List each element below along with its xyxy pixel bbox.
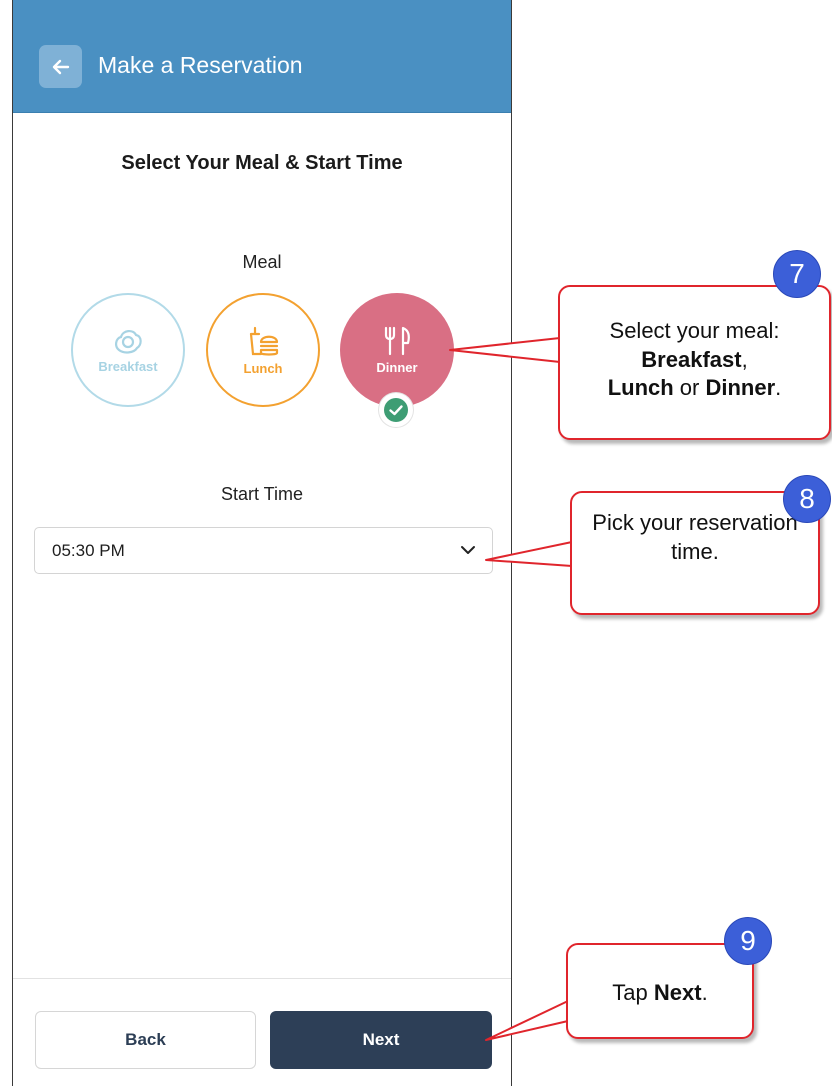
meal-option-dinner[interactable]: Dinner — [340, 293, 454, 407]
back-button[interactable]: Back — [35, 1011, 256, 1069]
meal-option-label: Breakfast — [98, 359, 158, 374]
callout-text: Breakfast, — [641, 346, 748, 372]
egg-icon — [115, 330, 142, 354]
header-title: Make a Reservation — [98, 52, 303, 78]
meal-option-breakfast[interactable]: Breakfast — [71, 293, 185, 407]
page-title: Select Your Meal & Start Time — [121, 152, 403, 174]
start-time-select[interactable]: 05:30 PM — [34, 527, 493, 574]
app-screen: Make a Reservation Select Your Meal & St… — [12, 0, 512, 1086]
selected-check-badge — [379, 393, 413, 427]
step-badge: 7 — [773, 250, 821, 298]
back-arrow-button[interactable] — [39, 45, 82, 88]
footer-bar: Back Next — [13, 978, 511, 1086]
start-time-label: Start Time — [220, 484, 304, 504]
start-time-value: 05:30 PM — [52, 541, 125, 560]
meal-option-label: Dinner — [376, 360, 418, 375]
arrow-left-icon — [52, 59, 69, 74]
callout-text: Lunch or Dinner. — [607, 375, 782, 401]
next-button[interactable]: Next — [270, 1011, 492, 1069]
meal-option-label: Lunch — [243, 361, 283, 376]
callout-text: Select your meal: — [609, 318, 780, 343]
step-badge: 8 — [783, 475, 831, 523]
callout-text: Pick your reservation time. — [592, 510, 798, 564]
burger-icon — [249, 326, 279, 356]
callout-select-meal: Select your meal: Breakfast, Lunch or Di… — [558, 285, 831, 440]
meal-label: Meal — [242, 252, 282, 272]
app-header: Make a Reservation — [13, 0, 511, 113]
fork-knife-icon — [384, 326, 410, 356]
callout-text: . — [701, 980, 708, 1005]
meal-option-lunch[interactable]: Lunch — [206, 293, 320, 407]
callout-text: Next — [653, 980, 702, 1005]
step-badge: 9 — [724, 917, 772, 965]
callout-pick-time: Pick your reservation time. — [570, 491, 820, 615]
callout-tap-next: Tap Next. — [566, 943, 754, 1039]
callout-text: Tap — [612, 980, 654, 1005]
chevron-down-icon — [461, 546, 475, 554]
check-circle-icon — [384, 398, 408, 422]
